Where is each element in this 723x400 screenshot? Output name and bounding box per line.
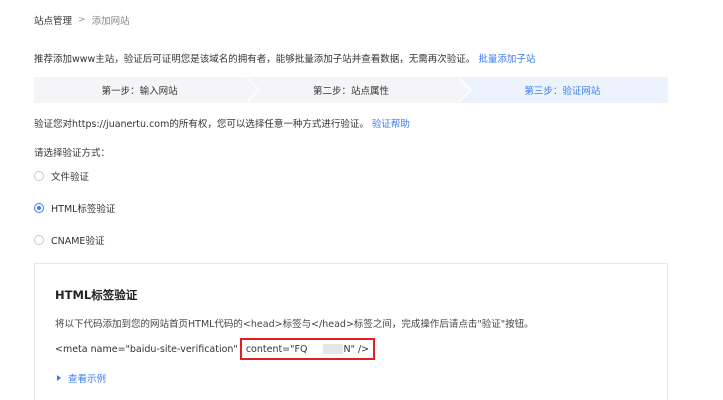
steps-progress: 第一步：输入网站 第二步：站点属性 第三步：验证网站 — [34, 77, 668, 103]
verify-ownership-text: 验证您对https://juanertu.com的所有权，您可以选择任意一种方式… — [34, 116, 410, 130]
meta-code-prefix: <meta name="baidu-site-verification" — [55, 343, 238, 355]
step-2-label: 第二步：站点属性 — [312, 86, 389, 97]
radio-label-html: HTML标签验证 — [51, 204, 116, 215]
breadcrumb-site-management[interactable]: 站点管理 — [34, 13, 72, 27]
step-2: 第二步：站点属性 — [245, 77, 472, 103]
radio-button-checked[interactable] — [34, 203, 44, 213]
radio-cname-verification[interactable]: CNAME验证 — [34, 233, 104, 247]
meta-code-line: <meta name="baidu-site-verification" con… — [55, 338, 376, 360]
redacted-code-block — [323, 344, 344, 354]
step-2-arrow — [456, 77, 470, 103]
step-3-label: 第三步：验证网站 — [524, 86, 601, 97]
choose-method-label: 请选择验证方式： — [34, 148, 111, 159]
breadcrumb-separator: > — [78, 15, 86, 25]
radio-label-cname: CNAME验证 — [51, 236, 105, 247]
panel-description: 将以下代码添加到您的网站首页HTML代码的<head>标签与</head>标签之… — [55, 319, 534, 330]
caret-right-icon — [57, 375, 61, 381]
intro-text: 推荐添加www主站，验证后可证明您是该域名的拥有者，能够批量添加子站并查看数据，… — [34, 51, 535, 65]
panel-title: HTML标签验证 — [55, 288, 138, 302]
verification-content-end: N" /> — [343, 343, 370, 355]
verify-description: 验证您对https://juanertu.com的所有权，您可以选择任意一种方式… — [34, 119, 369, 130]
view-example-link[interactable]: 查看示例 — [68, 371, 106, 385]
radio-button[interactable] — [34, 235, 44, 245]
radio-html-tag-verification[interactable]: HTML标签验证 — [34, 201, 115, 215]
step-1-arrow — [245, 77, 259, 103]
verify-help-link[interactable]: 验证帮助 — [372, 119, 410, 130]
batch-add-subsites-link[interactable]: 批量添加子站 — [478, 54, 535, 65]
view-example-toggle[interactable]: 查看示例 — [57, 371, 106, 385]
verification-code-highlight[interactable]: content="FQ N" /> — [239, 338, 376, 360]
html-tag-panel: HTML标签验证 将以下代码添加到您的网站首页HTML代码的<head>标签与<… — [34, 263, 668, 400]
step-1-label: 第一步：输入网站 — [101, 86, 178, 97]
verification-content-start: content="FQ — [245, 343, 308, 355]
radio-label-file: 文件验证 — [51, 172, 90, 183]
step-1: 第一步：输入网站 — [34, 77, 261, 103]
breadcrumb: 站点管理 > 添加网站 — [34, 13, 130, 27]
intro-description: 推荐添加www主站，验证后可证明您是该域名的拥有者，能够批量添加子站并查看数据，… — [34, 54, 476, 65]
radio-button[interactable] — [34, 171, 44, 181]
radio-file-verification[interactable]: 文件验证 — [34, 169, 89, 183]
step-3: 第三步：验证网站 — [456, 77, 668, 103]
breadcrumb-add-site: 添加网站 — [91, 16, 130, 27]
